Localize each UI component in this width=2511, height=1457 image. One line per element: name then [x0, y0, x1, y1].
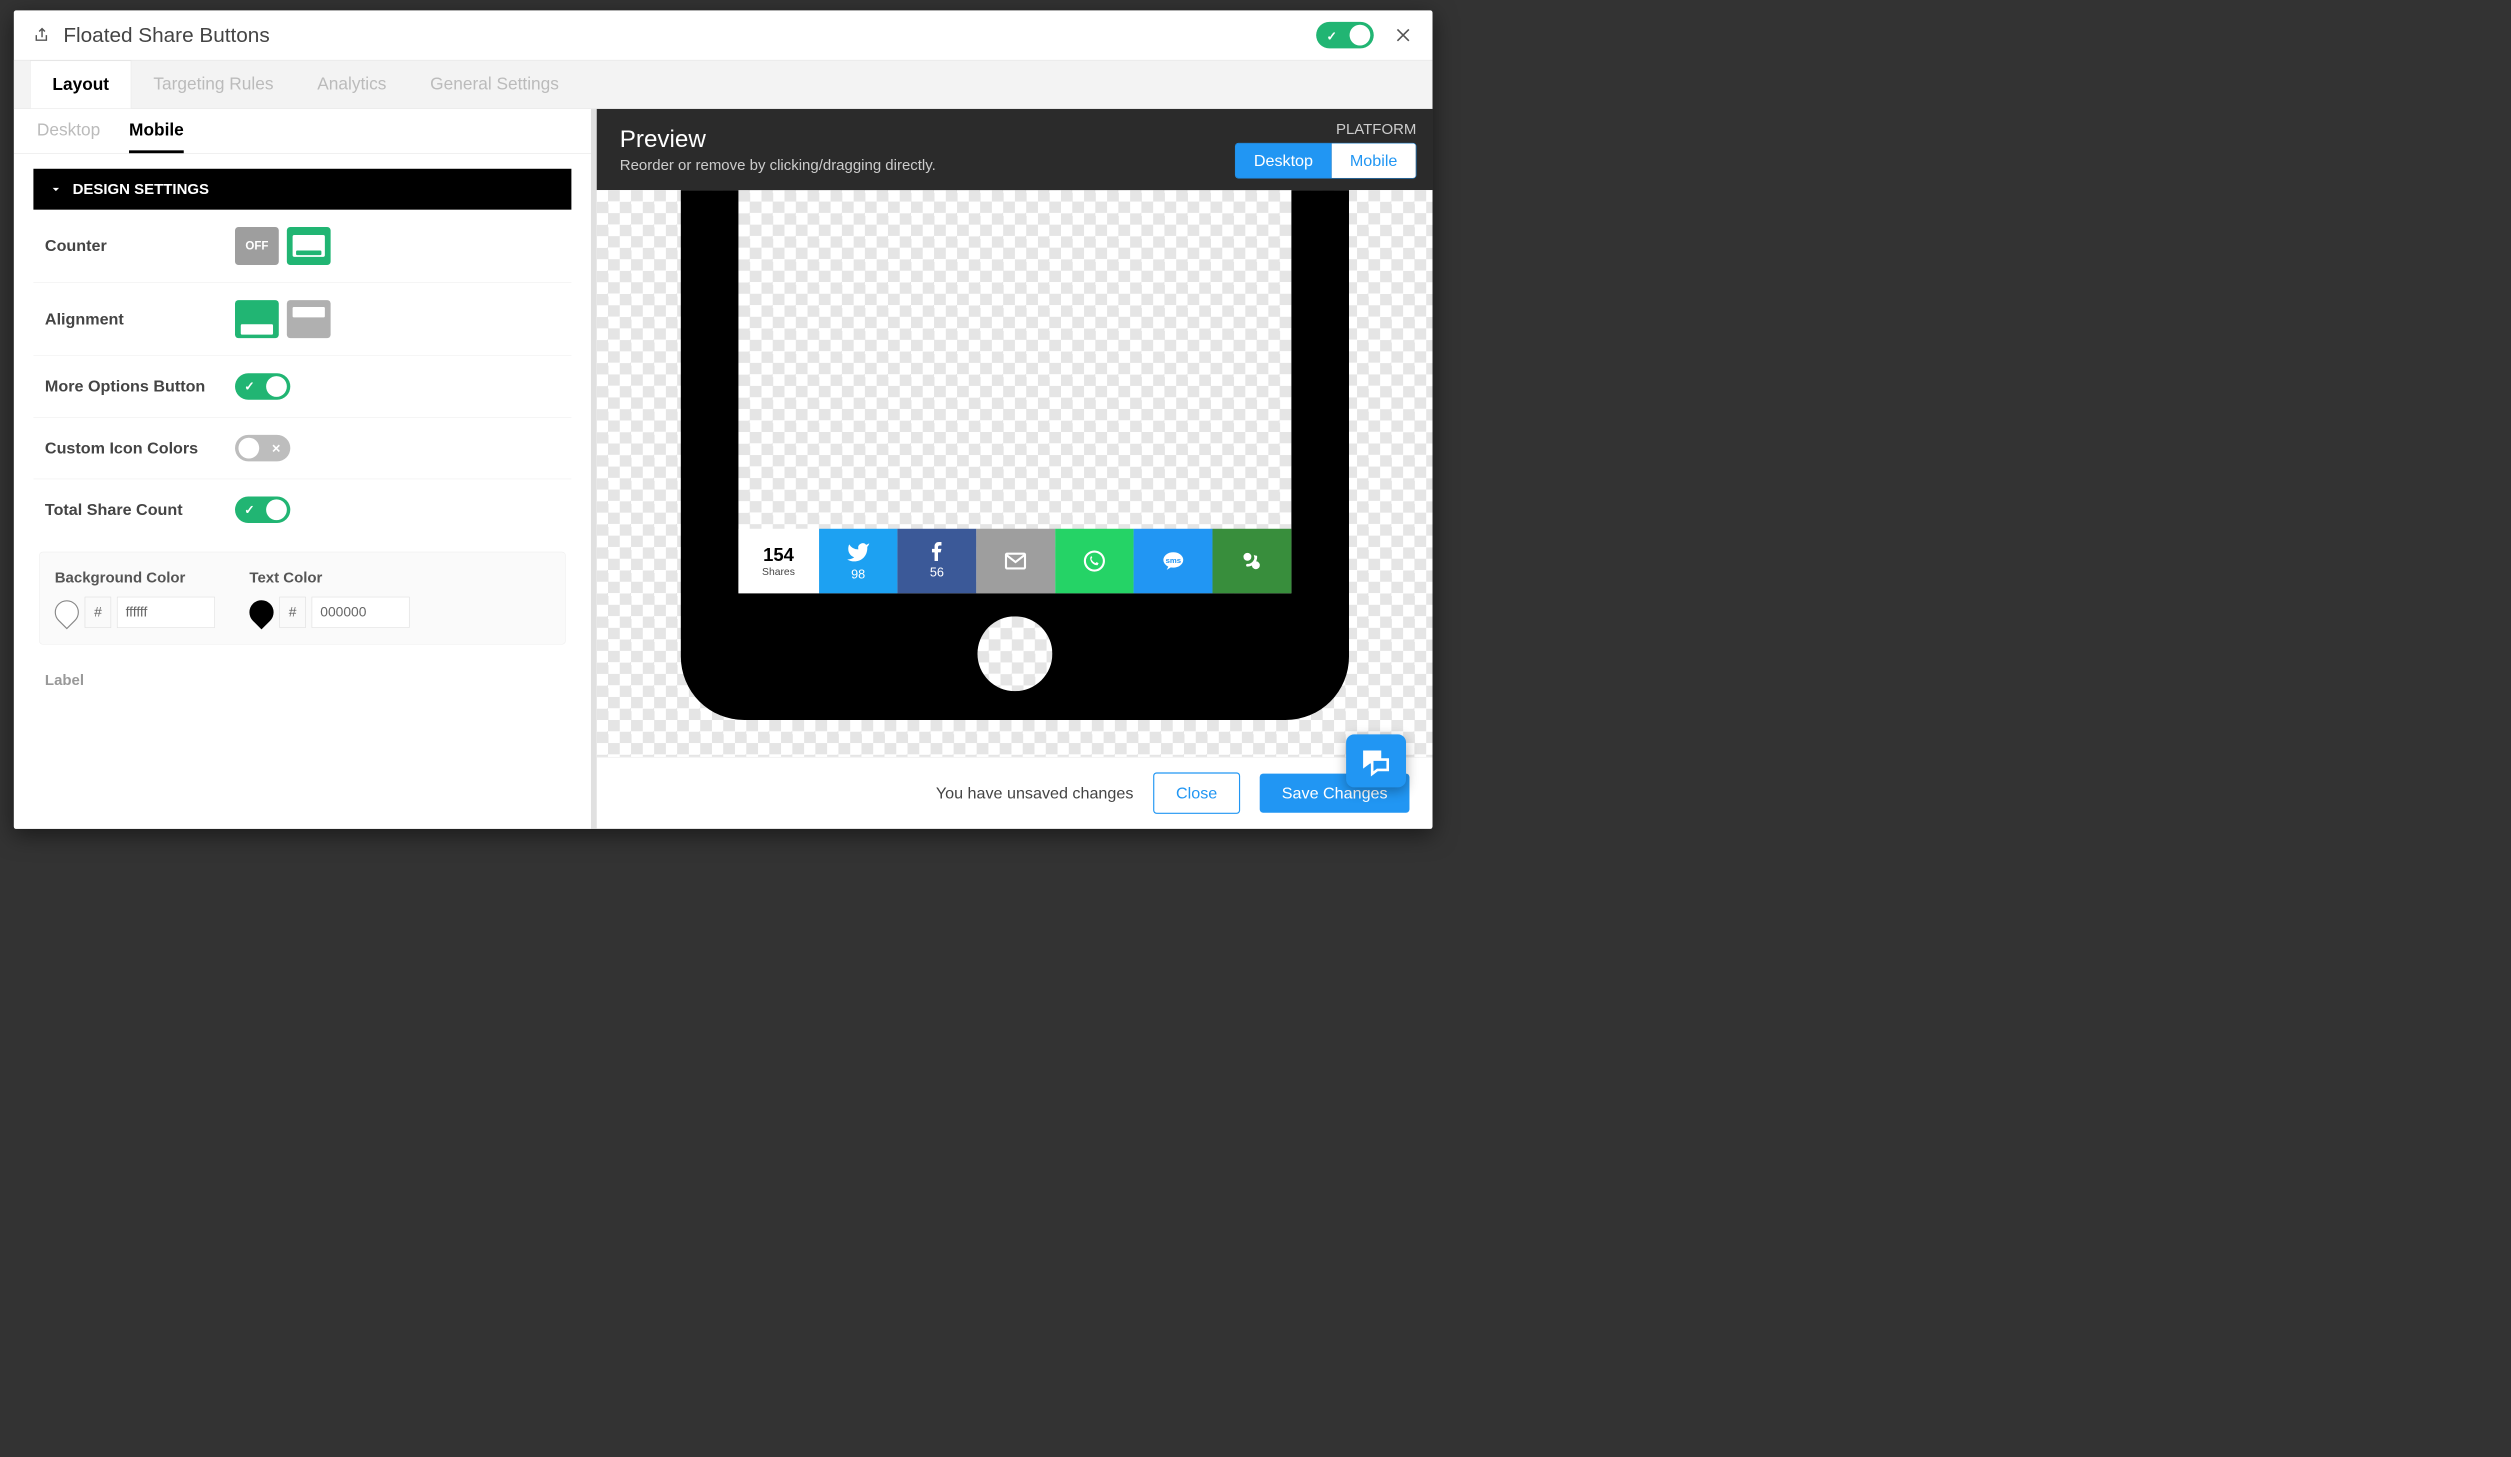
whatsapp-share[interactable]	[1055, 529, 1134, 594]
more-share[interactable]	[1212, 529, 1291, 594]
share-bar[interactable]: 154 Shares 98 56	[738, 529, 1291, 594]
twitter-share[interactable]: 98	[819, 529, 898, 594]
design-settings-header[interactable]: DESIGN SETTINGS	[33, 169, 571, 210]
subtab-mobile[interactable]: Mobile	[129, 120, 184, 153]
total-share-toggle[interactable]: ✓	[235, 497, 290, 523]
settings-modal: Floated Share Buttons ✓ Layout Targeting…	[14, 10, 1433, 828]
tab-analytics[interactable]: Analytics	[295, 60, 408, 108]
color-settings: Background Color # Text Color #	[39, 552, 565, 645]
align-top-option[interactable]	[287, 300, 331, 338]
phone-mockup: 154 Shares 98 56	[681, 190, 1349, 720]
twitter-icon	[846, 540, 870, 564]
platform-mobile[interactable]: Mobile	[1331, 143, 1415, 178]
align-bottom-option[interactable]	[235, 300, 279, 338]
preview-area: 154 Shares 98 56	[597, 190, 1433, 757]
preview-title: Preview	[620, 125, 936, 153]
counter-off-option[interactable]: OFF	[235, 227, 279, 265]
modal-header: Floated Share Buttons ✓	[14, 10, 1433, 60]
more-options-row: More Options Button ✓	[33, 356, 571, 418]
chevron-down-icon	[50, 183, 63, 196]
footer: You have unsaved changes Close Save Chan…	[597, 757, 1433, 829]
email-share[interactable]	[976, 529, 1055, 594]
subtab-desktop[interactable]: Desktop	[37, 120, 100, 153]
tab-general[interactable]: General Settings	[408, 60, 580, 108]
facebook-share[interactable]: 56	[898, 529, 977, 594]
bg-color-label: Background Color	[55, 569, 215, 587]
close-button[interactable]: Close	[1153, 772, 1240, 813]
sms-icon: sms	[1160, 548, 1186, 574]
main-tabs: Layout Targeting Rules Analytics General…	[14, 60, 1433, 108]
facebook-icon	[926, 542, 947, 563]
platform-switch: Desktop Mobile	[1235, 143, 1417, 179]
counter-on-option[interactable]	[287, 227, 331, 265]
email-icon	[1003, 548, 1028, 573]
preview-subtitle: Reorder or remove by clicking/dragging d…	[620, 156, 936, 174]
whatsapp-icon	[1082, 548, 1107, 573]
device-subtabs: Desktop Mobile	[14, 109, 591, 154]
alignment-row: Alignment	[33, 283, 571, 356]
chat-icon	[1361, 745, 1392, 776]
modal-title: Floated Share Buttons	[63, 23, 1316, 47]
tab-layout[interactable]: Layout	[30, 60, 132, 108]
text-color-input[interactable]	[312, 597, 410, 628]
platform-label: PLATFORM	[1235, 120, 1417, 138]
share-icon	[33, 26, 50, 43]
bg-color-swatch[interactable]	[50, 595, 84, 629]
chat-widget[interactable]	[1346, 734, 1406, 787]
more-icon	[1239, 548, 1264, 573]
platform-desktop[interactable]: Desktop	[1235, 143, 1331, 178]
label-field-label: Label	[33, 656, 571, 704]
bg-color-input[interactable]	[117, 597, 215, 628]
enable-toggle[interactable]: ✓	[1316, 22, 1374, 48]
unsaved-message: You have unsaved changes	[936, 784, 1134, 802]
close-icon[interactable]	[1393, 25, 1413, 45]
tab-targeting[interactable]: Targeting Rules	[132, 60, 296, 108]
total-share-row: Total Share Count ✓	[33, 479, 571, 540]
share-total: 154 Shares	[738, 529, 819, 594]
preview-header: Preview Reorder or remove by clicking/dr…	[597, 109, 1433, 190]
custom-colors-toggle[interactable]: ✕	[235, 435, 290, 461]
counter-row: Counter OFF	[33, 210, 571, 283]
text-color-swatch[interactable]	[244, 595, 278, 629]
sms-share[interactable]: sms	[1134, 529, 1213, 594]
svg-text:sms: sms	[1165, 556, 1180, 565]
phone-home-button	[977, 616, 1052, 691]
text-color-label: Text Color	[249, 569, 409, 587]
custom-colors-row: Custom Icon Colors ✕	[33, 418, 571, 480]
more-options-toggle[interactable]: ✓	[235, 373, 290, 399]
